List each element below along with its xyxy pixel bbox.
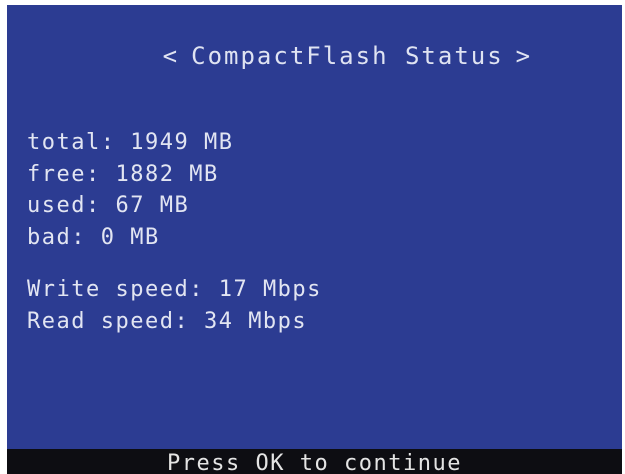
stat-label: used: bbox=[27, 193, 101, 218]
speed-value: 17 Mbps bbox=[218, 277, 322, 302]
storage-stats: total: 1949 MB free: 1882 MB used: 67 MB… bbox=[27, 127, 233, 253]
stat-label: bad: bbox=[27, 224, 86, 250]
next-screen-arrow[interactable]: > bbox=[504, 41, 544, 71]
screen-title: CompactFlash Status bbox=[191, 42, 504, 70]
stat-label: total: bbox=[27, 130, 116, 155]
speed-value: 34 Mbps bbox=[203, 308, 308, 334]
write-speed: Write speed: 17 Mbps bbox=[27, 274, 322, 306]
stat-value: 0 MB bbox=[100, 224, 160, 250]
speed-label: Read speed: bbox=[27, 308, 190, 334]
stat-value: 67 MB bbox=[115, 193, 190, 218]
stat-value: 1949 MB bbox=[130, 130, 234, 155]
stat-total: total: 1949 MB bbox=[27, 127, 233, 159]
stat-free: free: 1882 MB bbox=[27, 159, 233, 191]
stat-label: free: bbox=[27, 161, 101, 187]
speed-stats: Write speed: 17 Mbps Read speed: 34 Mbps bbox=[27, 274, 322, 337]
screen-header: < CompactFlash Status > bbox=[7, 11, 622, 101]
stat-value: 1882 MB bbox=[115, 161, 219, 187]
speed-label: Write speed: bbox=[27, 277, 204, 302]
read-speed: Read speed: 34 Mbps bbox=[27, 306, 322, 338]
stat-bad: bad: 0 MB bbox=[27, 222, 233, 254]
stat-used: used: 67 MB bbox=[27, 190, 233, 222]
continue-prompt-bar[interactable]: Press OK to continue bbox=[7, 449, 622, 474]
previous-screen-arrow[interactable]: < bbox=[151, 41, 191, 71]
compactflash-status-screen: < CompactFlash Status > total: 1949 MB fre… bbox=[7, 5, 622, 474]
